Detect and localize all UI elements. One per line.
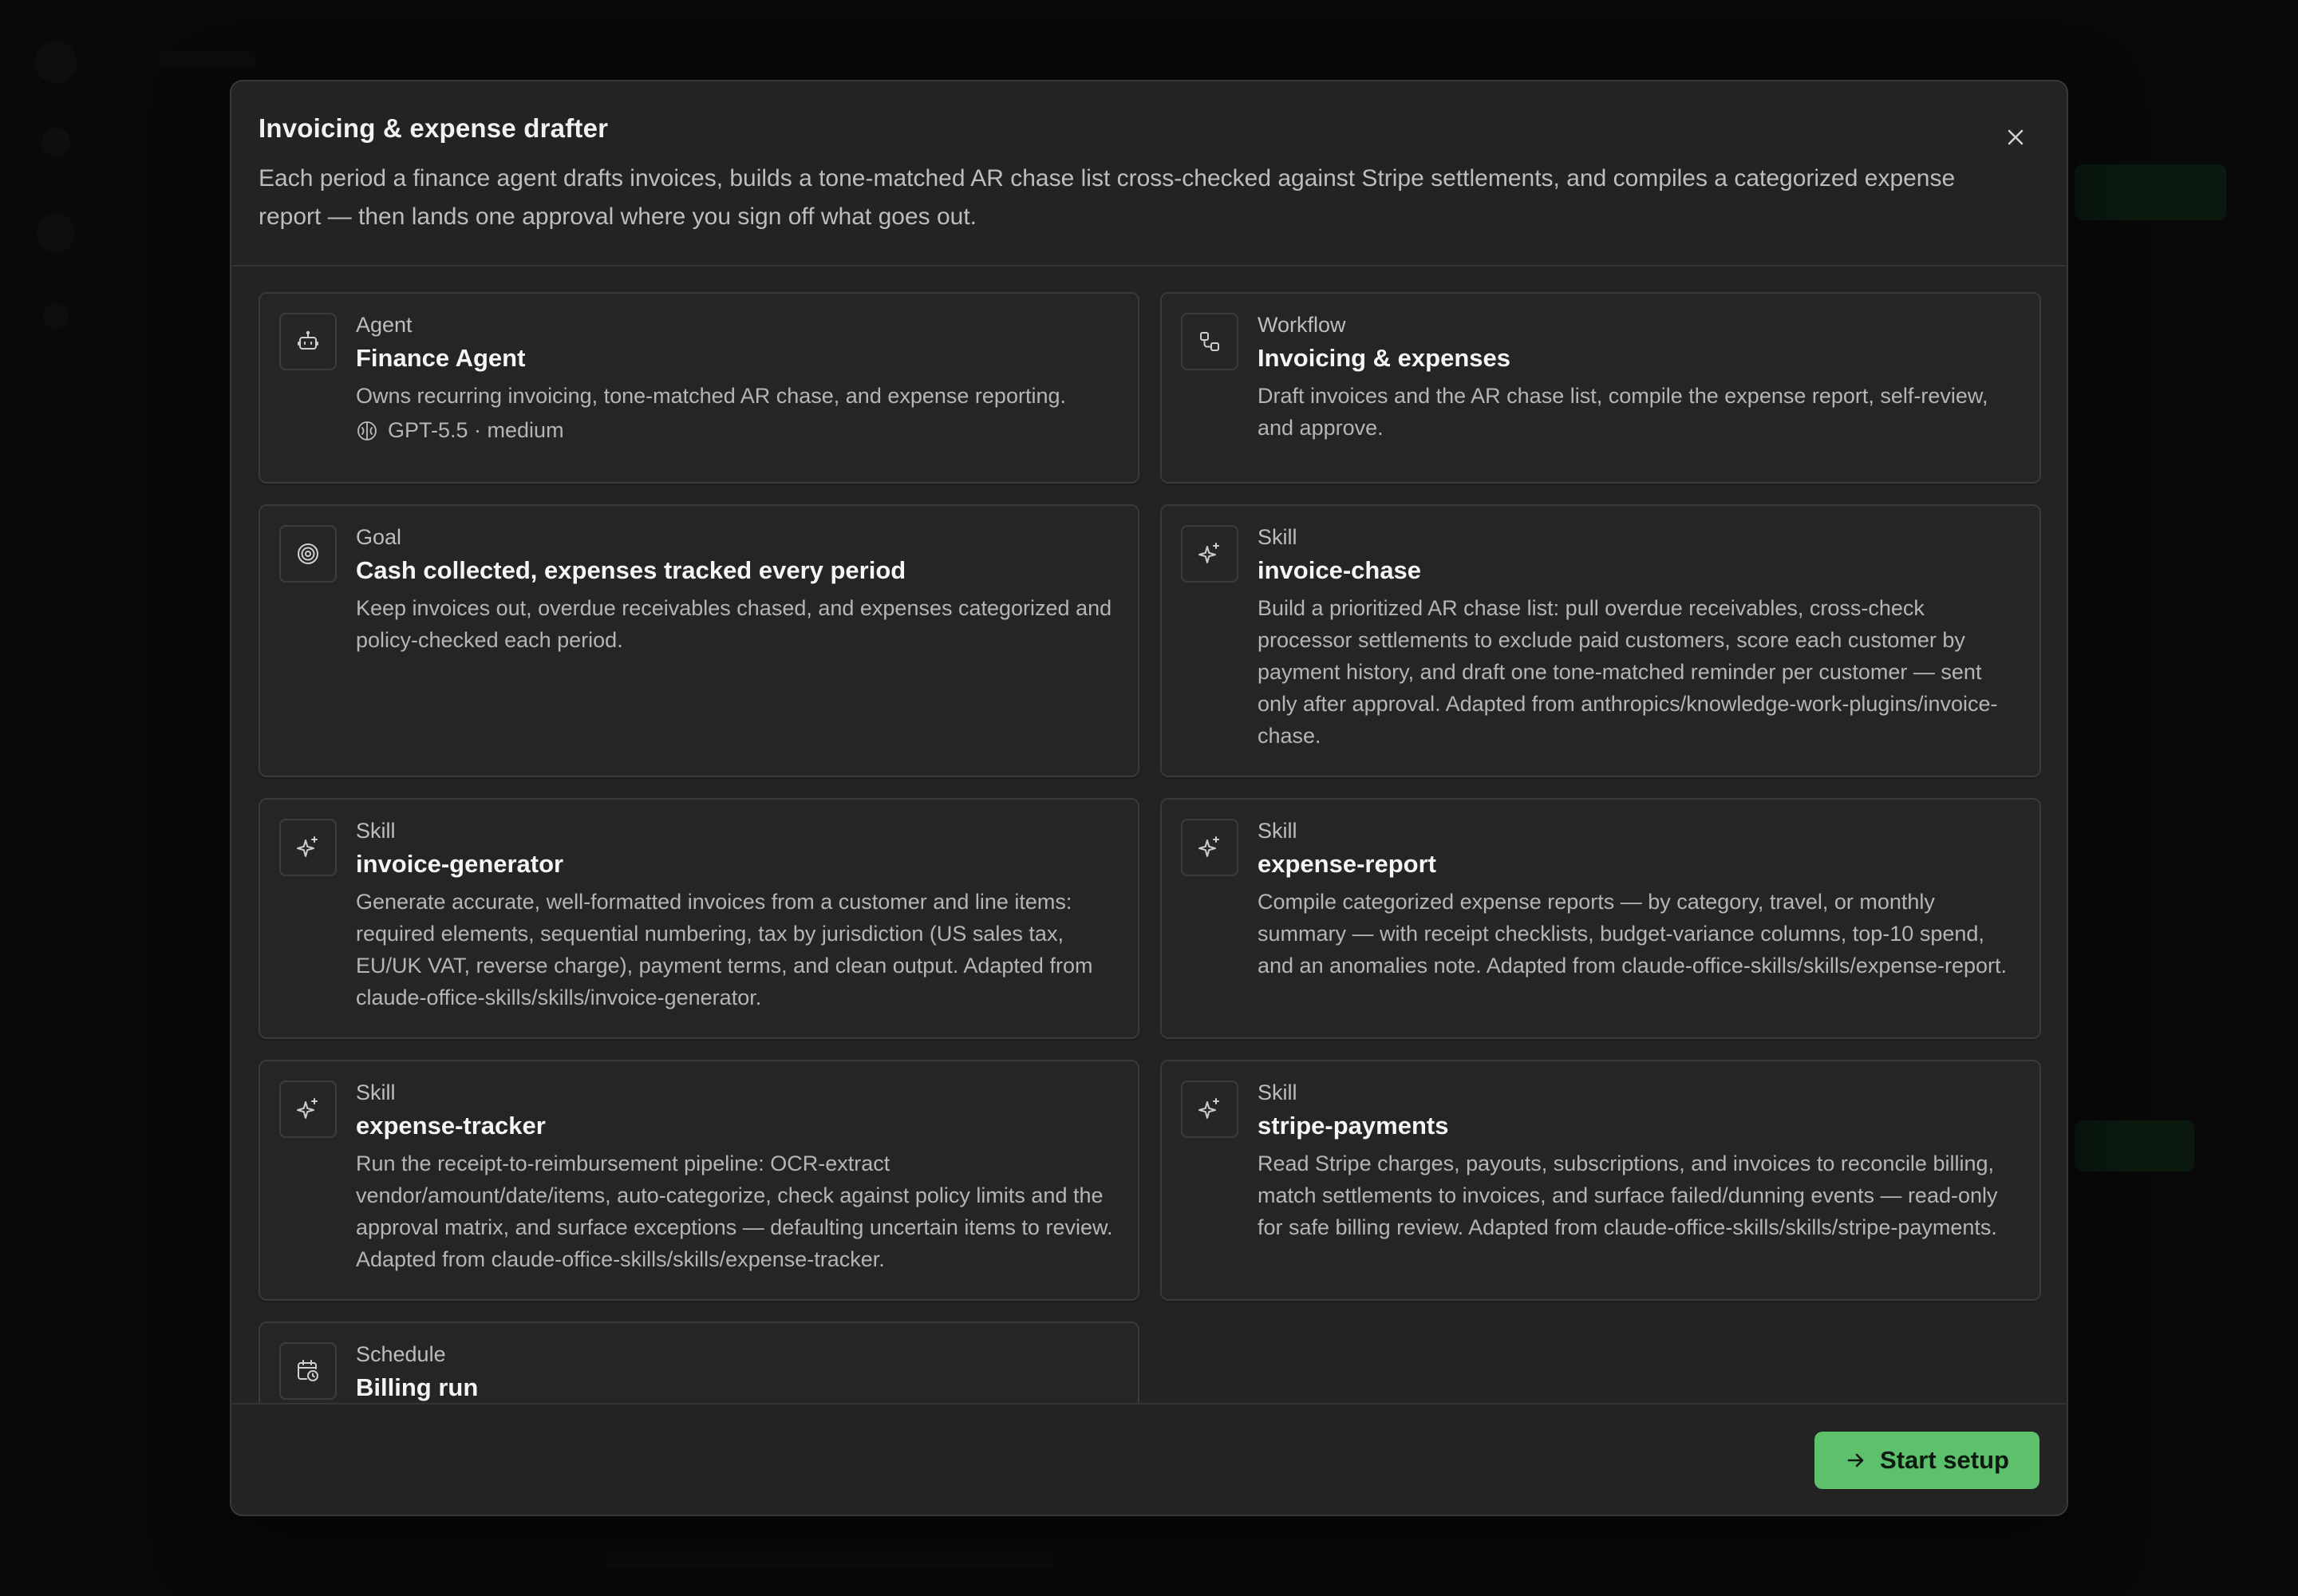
card-description: Owns recurring invoicing, tone-matched A… (356, 384, 1066, 408)
calendar-clock-icon (279, 1342, 337, 1400)
card-skill-invoice-chase[interactable]: Skill invoice-chase Build a prioritized … (1160, 504, 2041, 777)
card-title: stripe-payments (1258, 1112, 1449, 1140)
workflow-icon (1181, 313, 1238, 370)
card-goal[interactable]: Goal Cash collected, expenses tracked ev… (259, 504, 1139, 777)
robot-icon (279, 313, 337, 370)
modal-title: Invoicing & expense drafter (259, 113, 609, 143)
card-title: invoice-generator (356, 850, 564, 878)
card-kind: Goal (356, 525, 402, 549)
card-title: invoice-chase (1258, 556, 1422, 584)
card-title: expense-report (1258, 850, 1436, 878)
card-title: Finance Agent (356, 344, 526, 372)
card-description: Build a prioritized AR chase list: pull … (1258, 596, 1998, 748)
card-skill-invoice-generator[interactable]: Skill invoice-generator Generate accurat… (259, 798, 1139, 1039)
brain-icon (356, 420, 378, 442)
modal-footer: Start setup (231, 1403, 2067, 1515)
model-meta: GPT-5.5 · medium (356, 418, 1119, 443)
card-workflow[interactable]: Workflow Invoicing & expenses Draft invo… (1160, 292, 2041, 484)
card-kind: Agent (356, 313, 413, 337)
card-agent[interactable]: Agent Finance Agent Owns recurring invoi… (259, 292, 1139, 484)
sparkle-icon (1181, 525, 1238, 583)
card-description: Keep invoices out, overdue receivables c… (356, 596, 1112, 652)
card-kind: Skill (1258, 1080, 1297, 1104)
sparkle-icon (279, 1080, 337, 1138)
card-kind: Skill (356, 1080, 396, 1104)
card-title: Cash collected, expenses tracked every p… (356, 556, 906, 584)
card-title: expense-tracker (356, 1112, 546, 1140)
card-kind: Workflow (1258, 313, 1346, 337)
model-label: GPT-5.5 · medium (388, 418, 564, 442)
modal-header: Invoicing & expense drafter Each period … (231, 81, 2067, 267)
card-title: Invoicing & expenses (1258, 344, 1510, 372)
card-skill-expense-report[interactable]: Skill expense-report Compile categorized… (1160, 798, 2041, 1039)
sparkle-icon (279, 819, 337, 876)
target-icon (279, 525, 337, 583)
close-icon (2005, 127, 2026, 148)
card-description: Read Stripe charges, payouts, subscripti… (1258, 1152, 1998, 1239)
card-kind: Skill (1258, 525, 1297, 549)
start-setup-label: Start setup (1880, 1446, 2009, 1474)
card-kind: Schedule (356, 1342, 446, 1366)
card-skill-expense-tracker[interactable]: Skill expense-tracker Run the receipt-to… (259, 1060, 1139, 1301)
sparkle-icon (1181, 1080, 1238, 1138)
sparkle-icon (1181, 819, 1238, 876)
card-kind: Skill (356, 819, 396, 843)
modal-body[interactable]: Agent Finance Agent Owns recurring invoi… (231, 267, 2067, 1486)
setup-modal: Invoicing & expense drafter Each period … (230, 80, 2068, 1516)
close-button[interactable] (1996, 118, 2035, 156)
card-description: Draft invoices and the AR chase list, co… (1258, 384, 1988, 440)
card-title: Billing run (356, 1373, 479, 1401)
card-kind: Skill (1258, 819, 1297, 843)
modal-description: Each period a finance agent drafts invoi… (259, 165, 1956, 230)
card-skill-stripe-payments[interactable]: Skill stripe-payments Read Stripe charge… (1160, 1060, 2041, 1301)
card-description: Compile categorized expense reports — by… (1258, 890, 2008, 978)
card-description: Generate accurate, well-formatted invoic… (356, 890, 1093, 1009)
components-grid: Agent Finance Agent Owns recurring invoi… (259, 292, 2041, 1465)
arrow-right-icon (1845, 1449, 1867, 1472)
start-setup-button[interactable]: Start setup (1814, 1432, 2039, 1489)
card-description: Run the receipt-to-reimbursement pipelin… (356, 1152, 1113, 1271)
